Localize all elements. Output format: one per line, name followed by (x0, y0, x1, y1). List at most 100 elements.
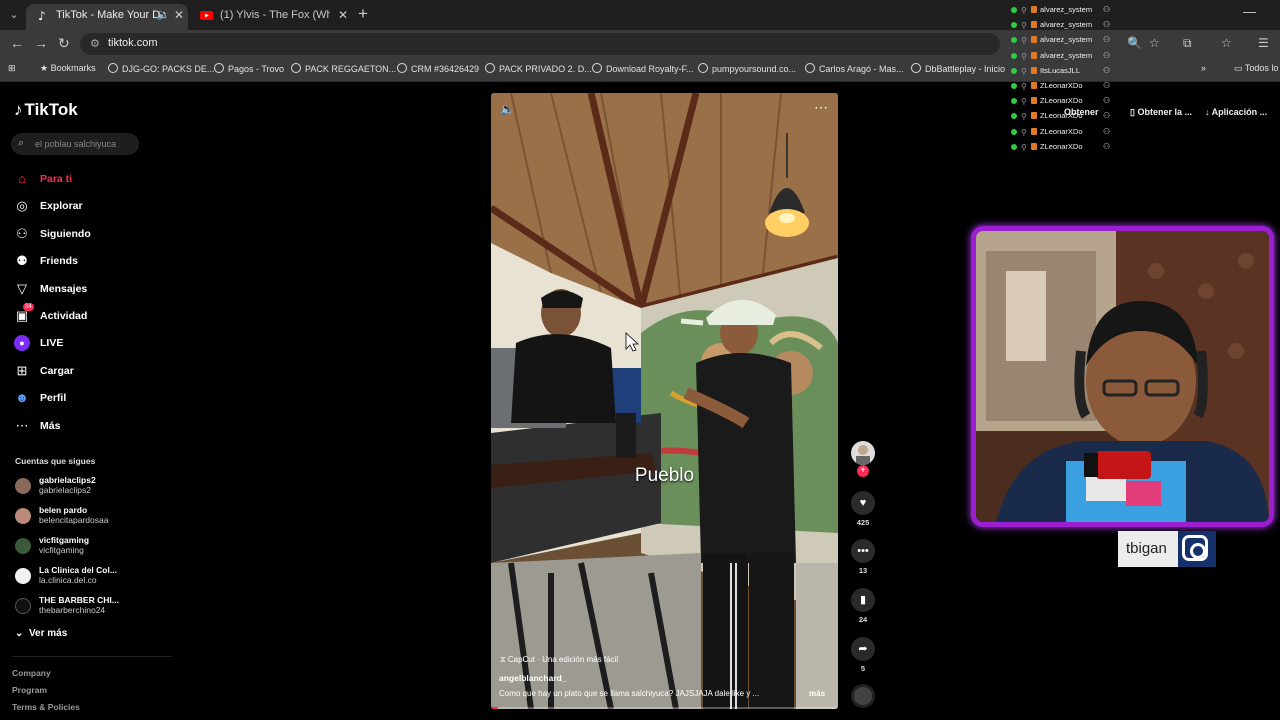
share-icon[interactable]: ➦ (851, 637, 875, 661)
tiktok-logo[interactable]: ♪ TikTok (14, 100, 78, 120)
nav-explorar[interactable]: ◎ Explorar (14, 197, 194, 219)
action-icon[interactable]: ⚇ (1103, 66, 1110, 75)
extension-aplicacion[interactable]: ↓ Aplicación ... (1205, 107, 1267, 117)
extension-obtener[interactable]: ▯ Obtener la ... (1130, 107, 1192, 118)
action-icon[interactable]: ⚇ (1103, 111, 1110, 120)
bookmark-item[interactable]: Download Royalty-F... (592, 63, 694, 74)
author-avatar[interactable] (851, 441, 875, 465)
nav-siguiendo[interactable]: ⚇ Siguiendo (14, 225, 194, 247)
video-player[interactable]: 🔈 ⋯ Pueblo ⧖ CapCut · Una edición más fá… (491, 93, 838, 709)
following-account[interactable]: gabrielaclips2 gabrielaclips2 (15, 475, 135, 499)
comment-icon[interactable]: ••• (851, 539, 875, 563)
volume-icon[interactable]: 🔈 (500, 102, 515, 116)
minimize-icon[interactable]: — (1243, 4, 1256, 19)
tab-tiktok[interactable]: ♪ TikTok - Make Your Day 🔈 ✕ (26, 4, 188, 30)
forward-icon[interactable]: → (34, 35, 48, 51)
action-icon[interactable]: ⚇ (1103, 35, 1110, 44)
globe-icon (698, 63, 708, 73)
zoom-icon[interactable]: 🔍 (1127, 36, 1142, 50)
nav-para-ti[interactable]: ⌂ Para ti (14, 170, 194, 192)
nav-mensajes[interactable]: ▽ Mensajes (14, 280, 194, 302)
bookmark-item[interactable]: pumpyoursound.co... (698, 63, 796, 74)
bookmark-item[interactable]: CRM #36426429 (397, 63, 479, 74)
nav-mas[interactable]: ⋯ Más (14, 417, 194, 439)
action-icon[interactable]: ⚇ (1103, 5, 1110, 14)
bookmark-item[interactable]: Pagos - Trovo (214, 63, 284, 74)
online-status-icon (1011, 128, 1017, 135)
close-tab-icon[interactable]: ✕ (174, 4, 184, 26)
globe-icon (485, 63, 495, 73)
extensions-icon[interactable]: ⧉ (1183, 36, 1192, 51)
following-account[interactable]: THE BARBER CHI... thebarberchino24 (15, 595, 135, 619)
bookmark-item[interactable]: DbBattleplay - Inicio (911, 63, 1005, 74)
site-info-icon[interactable]: ⚙ (90, 37, 100, 50)
action-icon[interactable]: ⚇ (1103, 20, 1110, 29)
footer-link-program[interactable]: Program (12, 685, 47, 695)
bookmarks-overflow-icon[interactable]: » (1201, 63, 1206, 73)
action-icon[interactable]: ⚇ (1103, 51, 1110, 60)
following-account[interactable]: belen pardo belencitapardosaa (15, 505, 135, 529)
capcut-label[interactable]: ⧖ CapCut · Una edición más fácil (500, 655, 618, 665)
instagram-icon (1178, 531, 1216, 567)
nav-cargar[interactable]: ⊞ Cargar (14, 362, 194, 384)
bookmark-item[interactable]: Carlos Aragó - Mas... (805, 63, 904, 74)
profile-icon: ☻ (15, 390, 29, 405)
speaker-icon[interactable]: 🔈 (156, 4, 170, 26)
tab-search-icon[interactable]: ⌄ (4, 5, 24, 25)
bookmark-icon[interactable]: ▮ (851, 588, 875, 612)
video-author[interactable]: angelblanchard_ (499, 673, 567, 683)
action-icon[interactable]: ⚇ (1103, 81, 1110, 90)
following-account[interactable]: vicfitgaming vicfitgaming (15, 535, 135, 559)
youtube-favicon-icon (200, 11, 213, 20)
video-progress-bar[interactable] (491, 707, 838, 709)
tab-youtube[interactable]: (1) Ylvis - The Fox (What Does ✕ (190, 4, 352, 30)
heart-icon[interactable]: ♥ (851, 491, 875, 515)
music-disc-icon[interactable] (851, 684, 875, 708)
video-caption-overlay: Pueblo (634, 465, 695, 486)
online-status-icon (1011, 52, 1017, 59)
footer-link-company[interactable]: Company (12, 668, 51, 678)
apps-grid-icon[interactable]: ⊞ (8, 63, 16, 74)
share-action[interactable]: ➦ 5 (850, 637, 876, 673)
search-placeholder: el poblau salchiyuca (35, 139, 117, 149)
action-icon[interactable]: ⚇ (1103, 142, 1110, 151)
new-tab-button[interactable]: + (358, 4, 368, 24)
instagram-handle: tbigan (1126, 540, 1167, 557)
action-icon[interactable]: ⚇ (1103, 127, 1110, 136)
footer-link-terms[interactable]: Terms & Policies (12, 702, 80, 712)
viewer-name: ZLeonarXDo (1040, 96, 1083, 106)
comment-action[interactable]: ••• 13 (850, 539, 876, 575)
url-field[interactable]: ⚙ tiktok.com (80, 33, 1000, 55)
profile-menu-icon[interactable]: ☰ (1258, 36, 1269, 50)
more-options-icon[interactable]: ⋯ (814, 99, 828, 116)
bookmark-star-icon[interactable]: ☆ (1149, 36, 1160, 50)
back-icon[interactable]: ← (10, 35, 24, 51)
tab-title: TikTok - Make Your Day (56, 9, 166, 21)
online-status-icon (1011, 143, 1017, 150)
action-icon[interactable]: ⚇ (1103, 96, 1110, 105)
bookmarks-manager-icon[interactable]: ☆ (1221, 36, 1232, 50)
extension-obtener-short[interactable]: Obtener (1064, 107, 1099, 117)
bookmark-item[interactable]: PACK REGGAETON... (291, 63, 396, 74)
bookmark-item[interactable]: ★ Bookmarks (40, 63, 96, 74)
nav-friends[interactable]: ⚉ Friends (14, 252, 194, 274)
description-more-button[interactable]: más (809, 689, 825, 698)
nav-live[interactable]: ● LIVE (14, 334, 194, 356)
all-bookmarks-folder[interactable]: ▭ Todos lo (1234, 63, 1278, 74)
compass-icon: ◎ (16, 198, 28, 213)
viewer-row: ⚲ ZLeonarXDo ⚇ (1008, 109, 1118, 124)
avatar (15, 538, 31, 554)
see-more-button[interactable]: ⌄ Ver más (15, 628, 67, 639)
sidebar-divider (12, 656, 172, 657)
close-tab-icon[interactable]: ✕ (338, 4, 348, 26)
follow-plus-button[interactable]: + (857, 465, 869, 477)
bookmark-item[interactable]: DJG-GO: PACKS DE... (108, 63, 214, 74)
reload-icon[interactable]: ↻ (58, 35, 70, 52)
nav-actividad[interactable]: ▣ 34 Actividad (14, 303, 194, 329)
search-input[interactable]: ⌕ el poblau salchiyuca (11, 133, 139, 155)
following-account[interactable]: La Clinica del Col... la.clinica.del.co (15, 565, 135, 589)
save-action[interactable]: ▮ 24 (850, 588, 876, 624)
nav-perfil[interactable]: ☻ Perfil (14, 389, 194, 411)
bookmark-item[interactable]: PACK PRIVADO 2. D... (485, 63, 592, 74)
like-action[interactable]: ♥ 425 (850, 491, 876, 527)
